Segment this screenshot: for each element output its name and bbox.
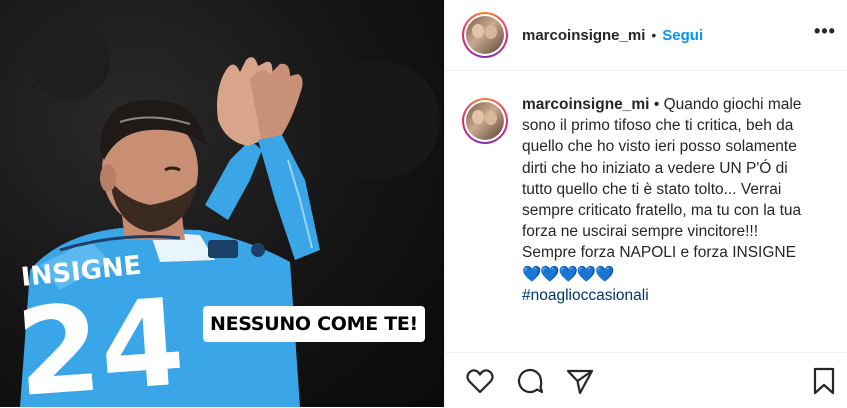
- more-options-icon[interactable]: •••: [813, 19, 837, 43]
- caption-separator: •: [653, 96, 660, 113]
- bookmark-icon[interactable]: [809, 366, 839, 396]
- caption-text: Quando giochi male sono il primo tifoso …: [522, 96, 802, 262]
- action-bar: [445, 352, 847, 408]
- media-overlay-text: NESSUNO COME TE!: [203, 306, 425, 342]
- caption-comment: marcoinsigne_mi • Quando giochi male son…: [445, 71, 847, 306]
- player-illustration: INSIGNE 24: [12, 20, 440, 407]
- follow-button[interactable]: Segui: [662, 27, 703, 44]
- caption-avatar-image: [466, 102, 504, 140]
- caption-username[interactable]: marcoinsigne_mi: [522, 96, 650, 113]
- caption-avatar[interactable]: [462, 98, 508, 144]
- caption-text-block: marcoinsigne_mi • Quando giochi male son…: [522, 94, 812, 306]
- post-side-panel: marcoinsigne_mi • Segui ••• marcoinsigne…: [444, 0, 847, 407]
- post-header: marcoinsigne_mi • Segui •••: [445, 0, 847, 71]
- heart-icon[interactable]: [465, 366, 495, 396]
- avatar[interactable]: [462, 12, 508, 58]
- blue-heart-emojis: 💙💙💙💙💙: [522, 265, 614, 283]
- post-media[interactable]: INSIGNE 24 NESSUNO COME TE!: [0, 0, 444, 407]
- svg-text:24: 24: [12, 274, 188, 407]
- caption-hashtag[interactable]: #noaglioccasionali: [522, 285, 812, 306]
- avatar-image: [466, 16, 504, 54]
- instagram-post: INSIGNE 24 NESSUNO COME TE! marcoinsigne…: [0, 0, 847, 407]
- share-icon[interactable]: [565, 366, 595, 396]
- header-username[interactable]: marcoinsigne_mi: [522, 27, 645, 44]
- header-separator: •: [651, 27, 657, 43]
- comment-icon[interactable]: [515, 366, 545, 396]
